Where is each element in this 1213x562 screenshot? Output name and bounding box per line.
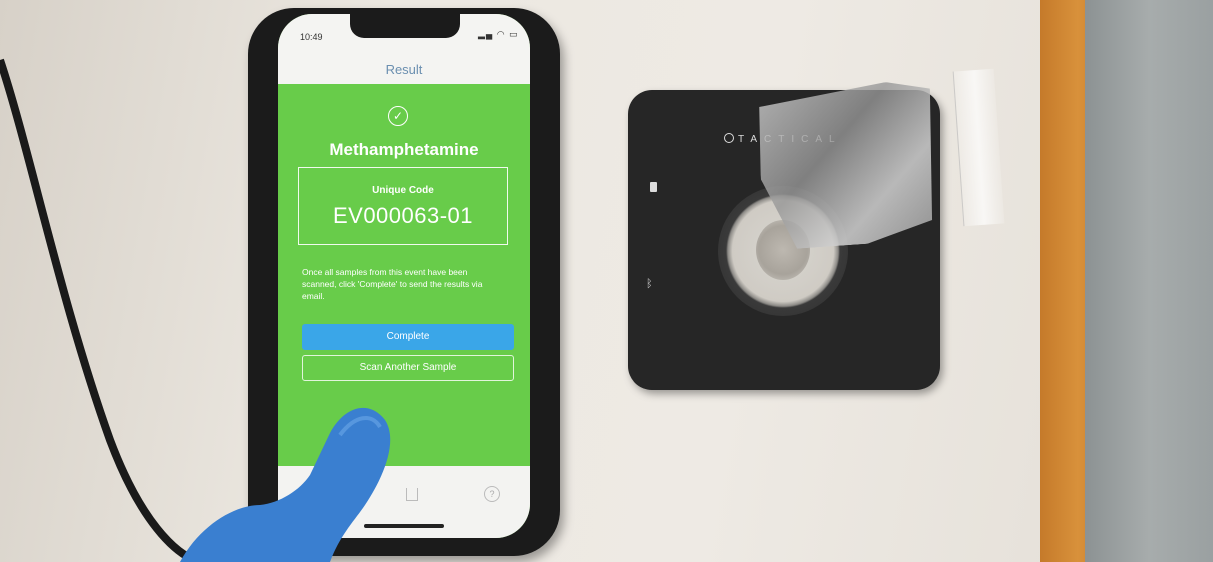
result-substance: Methamphetamine (329, 140, 479, 159)
unique-code-value: EV000063-01 (332, 203, 474, 228)
device-logo-icon (724, 133, 734, 143)
page-title: Result (385, 62, 423, 77)
bluetooth-icon: ᛒ (646, 278, 653, 290)
unique-code-label: Unique Code (372, 185, 434, 196)
instructions-text: Once all samples from this event have be… (302, 267, 483, 301)
status-icons: ▂▄ ◠ ▭ (478, 29, 519, 39)
photo-scene: 10:49 ▂▄ ◠ ▭ Result ✓ Methamphetamine Un… (0, 0, 1213, 562)
app-navbar: 10:49 ▂▄ ◠ ▭ Result (278, 14, 530, 84)
question-circle-icon[interactable]: ? (484, 486, 500, 502)
gloved-hand (180, 407, 391, 562)
scan-another-sample-button[interactable]: Scan Another Sample (302, 355, 514, 381)
phone-notch (350, 14, 460, 38)
status-time: 10:49 (300, 32, 323, 42)
check-circle-icon: ✓ (388, 106, 408, 126)
battery-icon (650, 182, 657, 192)
unique-code-box: Unique Code EV000063-01 (298, 167, 508, 245)
complete-button[interactable]: Complete (302, 324, 514, 350)
